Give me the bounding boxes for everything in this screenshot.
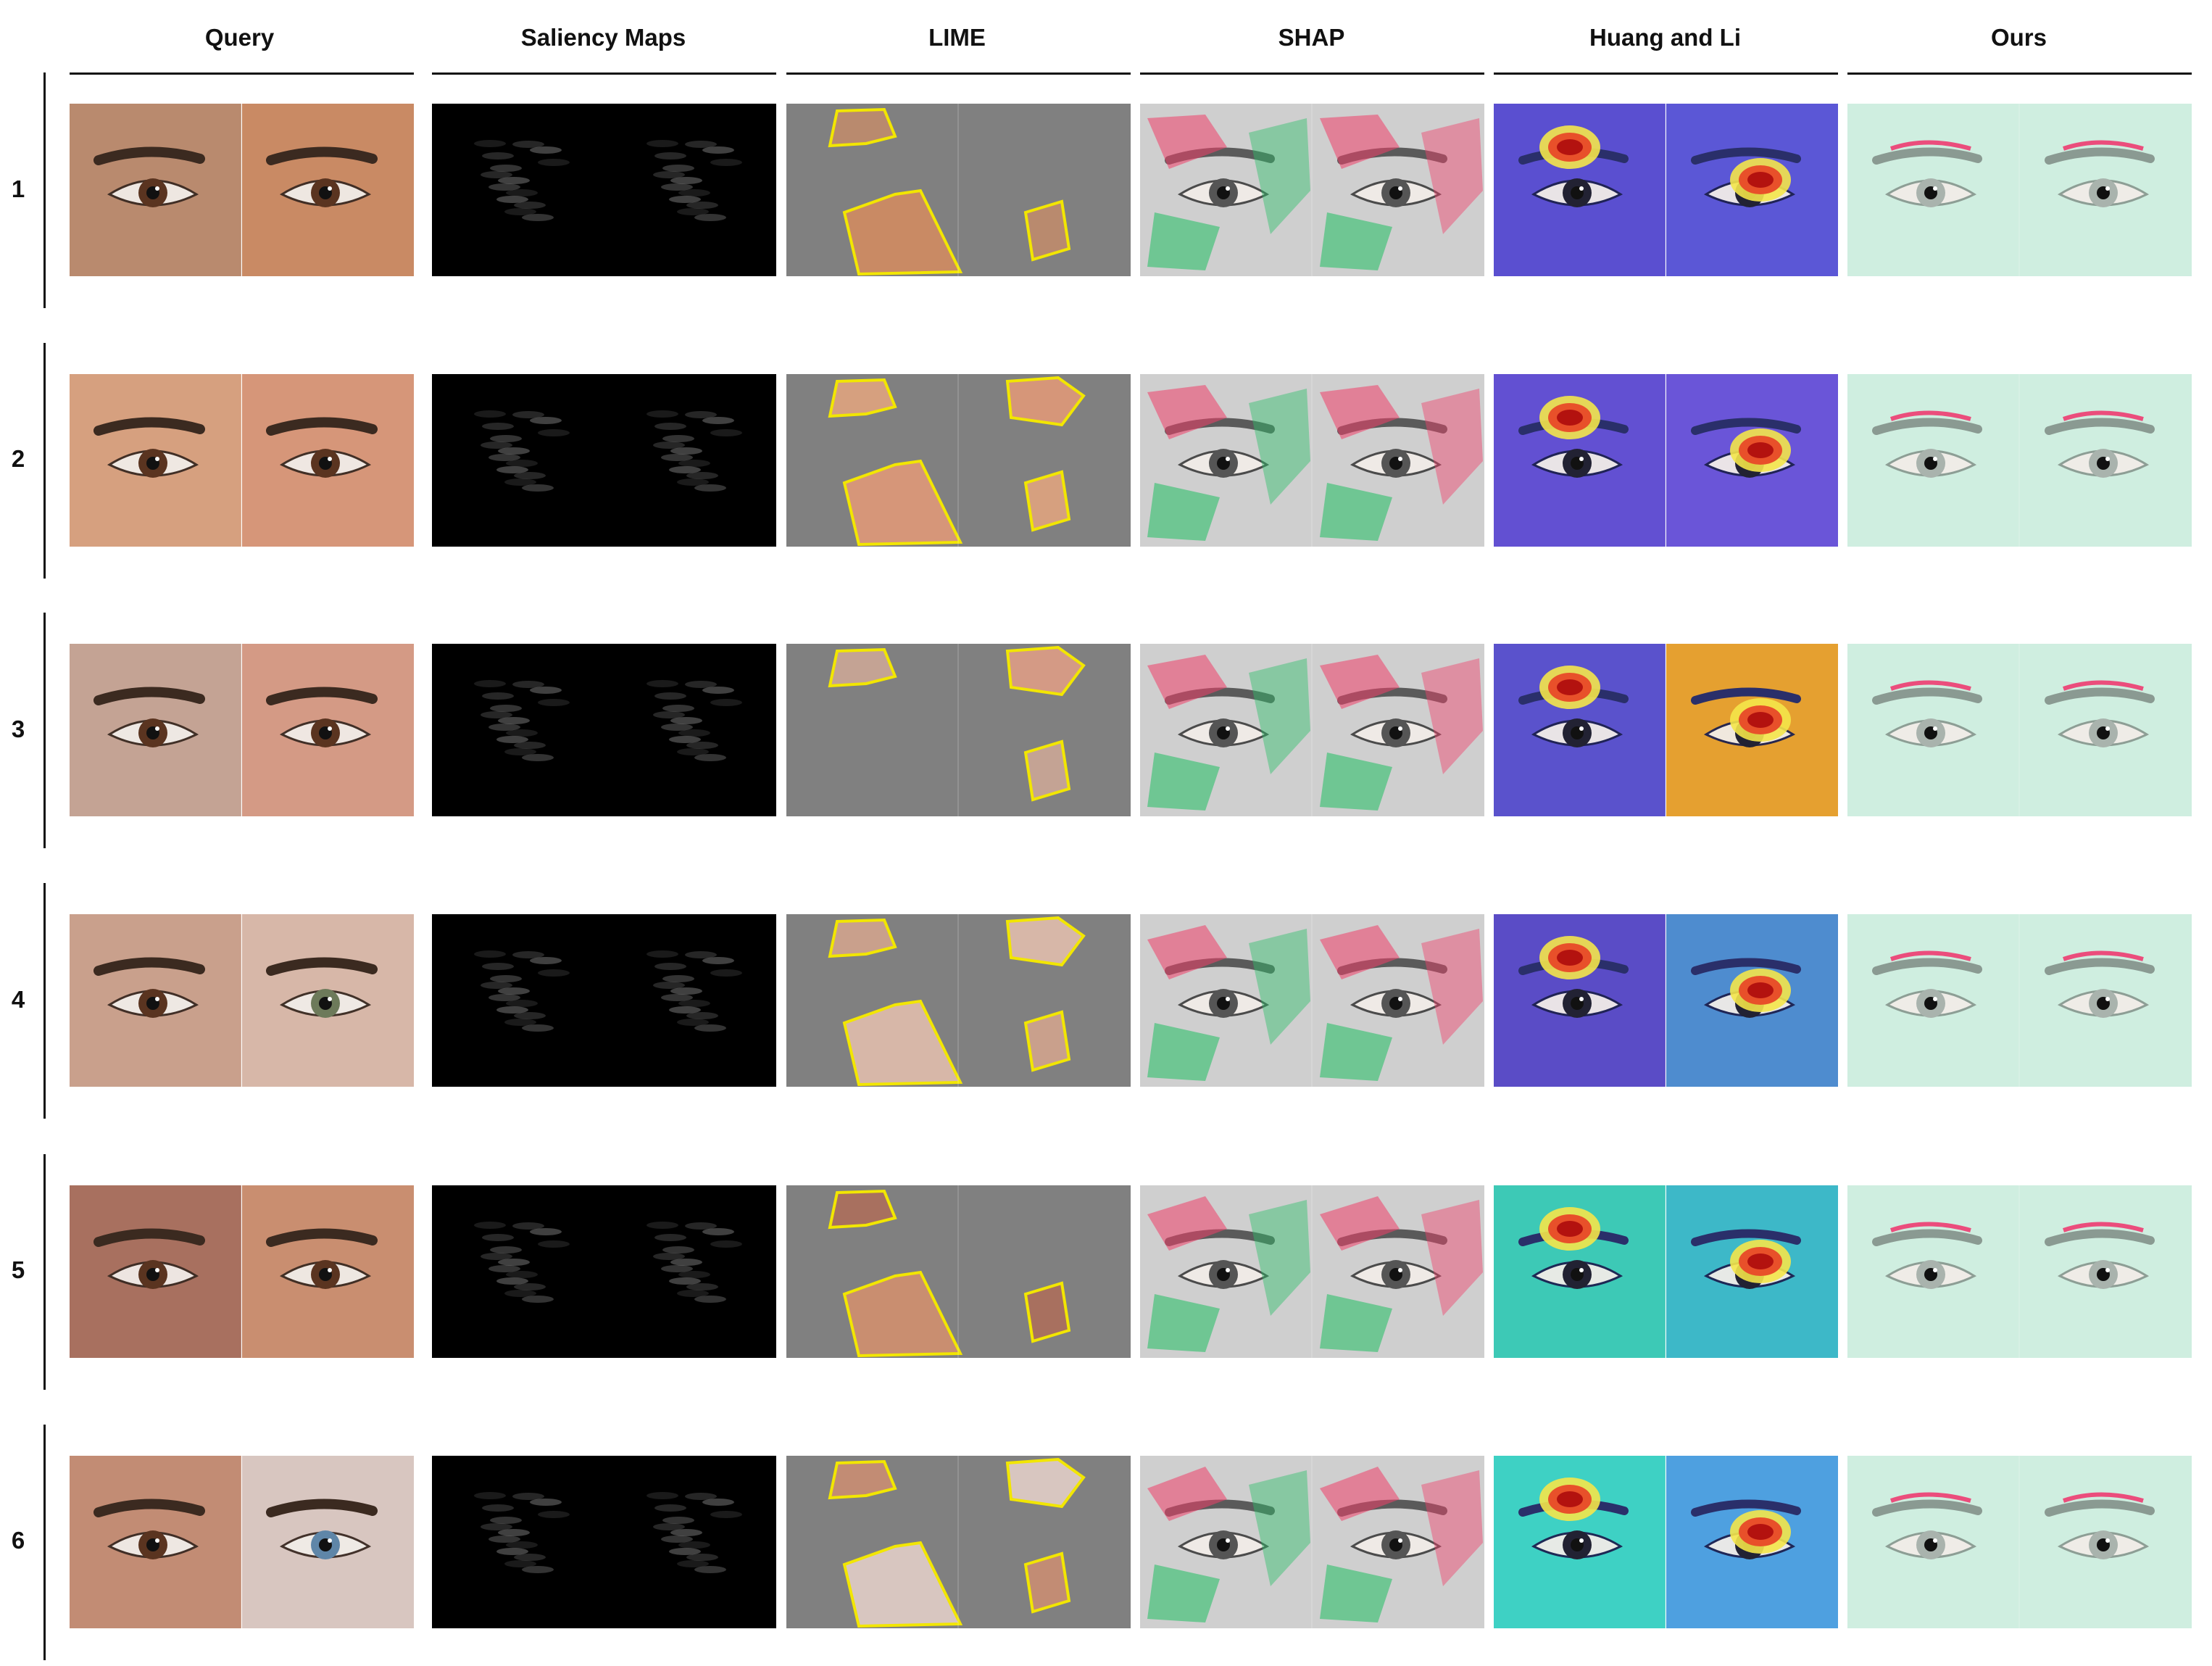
column-rule xyxy=(70,72,414,75)
panel-shap xyxy=(1140,1456,1484,1628)
panel-ours xyxy=(1847,104,2192,276)
panel-saliency xyxy=(432,374,776,547)
panel-lime xyxy=(786,1456,1131,1628)
panel-lime xyxy=(786,104,1131,276)
panel-lime xyxy=(786,914,1131,1087)
row-label: 3 xyxy=(11,716,25,742)
panel-ours xyxy=(1847,914,2192,1087)
panel-lime xyxy=(786,644,1131,816)
panel-query xyxy=(70,644,414,816)
panel-query xyxy=(70,1456,414,1628)
panel-lime xyxy=(786,1185,1131,1358)
panel-query xyxy=(70,104,414,276)
row-rule xyxy=(43,343,46,579)
panel-shap xyxy=(1140,1185,1484,1358)
panel-ours xyxy=(1847,644,2192,816)
panel-saliency xyxy=(432,644,776,816)
column-rule xyxy=(1494,72,1838,75)
panel-shap xyxy=(1140,644,1484,816)
row-label: 1 xyxy=(11,175,25,202)
column-title-huang: Huang and Li xyxy=(1589,24,1741,51)
panel-ours xyxy=(1847,374,2192,547)
row-rule xyxy=(43,883,46,1119)
panel-saliency xyxy=(432,104,776,276)
column-title-shap: SHAP xyxy=(1278,24,1345,51)
panel-query xyxy=(70,914,414,1087)
column-rule xyxy=(1847,72,2192,75)
row-rule xyxy=(43,1154,46,1390)
panel-ours xyxy=(1847,1456,2192,1628)
panel-ours xyxy=(1847,1185,2192,1358)
column-title-lime: LIME xyxy=(928,24,986,51)
panel-saliency xyxy=(432,1456,776,1628)
column-title-saliency: Saliency Maps xyxy=(520,24,686,51)
panel-shap xyxy=(1140,374,1484,547)
column-title-ours: Ours xyxy=(1990,24,2047,51)
panel-saliency xyxy=(432,1185,776,1358)
panel-saliency xyxy=(432,914,776,1087)
panel-query xyxy=(70,1185,414,1358)
panel-huang xyxy=(1494,914,1838,1087)
column-rule xyxy=(1140,72,1484,75)
panel-query xyxy=(70,374,414,547)
panel-huang xyxy=(1494,644,1838,816)
row-rule xyxy=(43,1425,46,1660)
panel-huang xyxy=(1494,104,1838,276)
row-label: 2 xyxy=(11,445,25,472)
row-label: 5 xyxy=(11,1256,25,1283)
panel-huang xyxy=(1494,1185,1838,1358)
panel-lime xyxy=(786,374,1131,547)
row-rule xyxy=(43,72,46,308)
panel-huang xyxy=(1494,374,1838,547)
row-label: 4 xyxy=(11,986,25,1013)
row-label: 6 xyxy=(11,1527,25,1554)
panel-shap xyxy=(1140,914,1484,1087)
panel-huang xyxy=(1494,1456,1838,1628)
column-title-query: Query xyxy=(204,24,275,51)
column-rule xyxy=(786,72,1131,75)
column-rule xyxy=(432,72,776,75)
row-rule xyxy=(43,613,46,848)
panel-shap xyxy=(1140,104,1484,276)
